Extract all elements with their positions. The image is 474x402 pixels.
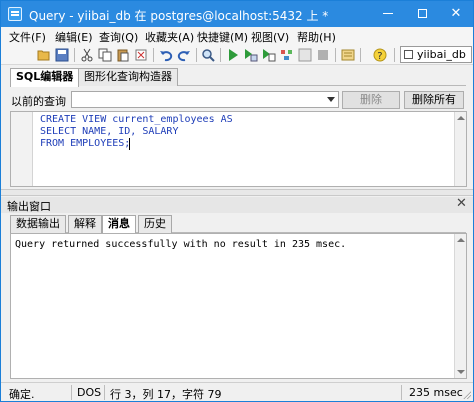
- redo-icon[interactable]: [177, 48, 191, 62]
- maximize-button[interactable]: [405, 1, 439, 27]
- menu-bar: 文件(F) 编辑(E) 查询(Q) 收藏夹(A) 快捷键(M) 视图(V) 帮助…: [1, 27, 473, 45]
- tab-messages[interactable]: 消息: [102, 215, 136, 234]
- status-divider: [401, 385, 402, 400]
- menu-favorites[interactable]: 收藏夹(A): [145, 29, 194, 45]
- save-icon[interactable]: [55, 48, 69, 62]
- status-execution-time: 235 msec: [409, 386, 463, 399]
- svg-text:?: ?: [377, 51, 382, 62]
- tab-history[interactable]: 历史: [138, 215, 172, 233]
- menu-file[interactable]: 文件(F): [9, 29, 46, 45]
- close-icon: ✕: [450, 6, 462, 21]
- output-messages: Query returned successfully with no resu…: [10, 233, 467, 379]
- text-caret: [129, 138, 130, 150]
- result-message: Query returned successfully with no resu…: [15, 239, 347, 250]
- toolbar-separator: [153, 48, 154, 62]
- execute-to-file-icon[interactable]: [262, 48, 276, 62]
- explain-icon[interactable]: [280, 48, 294, 62]
- editor-scrollbar[interactable]: [454, 112, 466, 186]
- tab-sql-editor[interactable]: SQL编辑器: [10, 68, 80, 87]
- previous-query-label: 以前的查询: [11, 95, 66, 108]
- toolbar-separator: [360, 48, 361, 62]
- tab-data-output[interactable]: 数据输出: [10, 215, 66, 233]
- output-panel-title: 输出窗口: [7, 200, 51, 213]
- history-icon[interactable]: [341, 48, 355, 62]
- menu-macros[interactable]: 快捷键(M): [197, 29, 248, 45]
- tab-graphical-query-builder[interactable]: 图形化查询构造器: [78, 68, 178, 86]
- output-tab-strip: 数据输出 解释 消息 历史: [10, 215, 466, 234]
- paste-icon[interactable]: [116, 48, 130, 62]
- database-checkbox[interactable]: [404, 50, 413, 59]
- status-state: 确定.: [9, 388, 35, 401]
- query-window: Query - yiibai_db 在 postgres@localhost:5…: [0, 0, 474, 402]
- minimize-button[interactable]: [371, 1, 405, 27]
- code-line: FROM EMPLOYEES;: [40, 138, 131, 149]
- status-line-ending: DOS: [77, 386, 102, 399]
- status-bar: 确定. DOS 行 3，列 17，字符 79 235 msec: [1, 382, 473, 401]
- editor-gutter: [11, 112, 33, 186]
- copy-icon[interactable]: [98, 48, 112, 62]
- status-divider: [104, 385, 105, 400]
- title-bar: Query - yiibai_db 在 postgres@localhost:5…: [1, 1, 473, 27]
- menu-help[interactable]: 帮助(H): [297, 29, 336, 45]
- toolbar-separator: [335, 48, 336, 62]
- toolbar: ? yiibai_db: [1, 45, 473, 65]
- output-scrollbar[interactable]: [454, 234, 466, 378]
- resize-grip-icon[interactable]: [461, 389, 471, 399]
- menu-view[interactable]: 视图(V): [251, 29, 289, 45]
- find-icon[interactable]: [201, 48, 215, 62]
- status-divider: [71, 385, 72, 400]
- previous-query-dropdown[interactable]: [71, 91, 339, 108]
- delete-button[interactable]: 删除: [342, 91, 400, 109]
- code-line: SELECT NAME, ID, SALARY: [40, 126, 179, 137]
- chevron-down-icon: [327, 97, 335, 102]
- status-cursor-position: 行 3，列 17，字符 79: [110, 388, 222, 401]
- minimize-icon: [383, 13, 393, 14]
- pane-splitter[interactable]: [1, 189, 473, 196]
- sql-editor[interactable]: CREATE VIEW current_employees AS SELECT …: [10, 111, 467, 187]
- code-line: CREATE VIEW current_employees AS: [40, 114, 233, 125]
- maximize-icon: [417, 9, 427, 18]
- undo-icon[interactable]: [159, 48, 173, 62]
- stop-icon[interactable]: [316, 48, 330, 62]
- window-title: Query - yiibai_db 在 postgres@localhost:5…: [29, 9, 329, 23]
- close-button[interactable]: ✕: [439, 1, 473, 27]
- toolbar-separator: [74, 48, 75, 62]
- delete-all-button[interactable]: 删除所有: [404, 91, 464, 109]
- menu-query[interactable]: 查询(Q): [99, 29, 138, 45]
- database-selector[interactable]: yiibai_db: [400, 46, 472, 63]
- tab-explain[interactable]: 解释: [68, 215, 102, 233]
- clear-icon[interactable]: [134, 48, 148, 62]
- app-icon: [8, 7, 22, 21]
- toolbar-separator: [394, 48, 395, 62]
- menu-edit[interactable]: 编辑(E): [55, 29, 93, 45]
- help-icon[interactable]: ?: [373, 48, 387, 62]
- open-folder-icon[interactable]: [37, 48, 51, 62]
- toolbar-separator: [196, 48, 197, 62]
- close-output-icon[interactable]: ✕: [456, 196, 467, 211]
- previous-query-row: 以前的查询 删除 删除所有: [1, 89, 473, 111]
- cut-icon[interactable]: [80, 48, 94, 62]
- database-name: yiibai_db: [417, 48, 466, 61]
- execute-pgscript-icon[interactable]: [244, 48, 258, 62]
- toolbar-separator: [220, 48, 221, 62]
- explain-analyze-icon[interactable]: [298, 48, 312, 62]
- editor-tab-strip: SQL编辑器 图形化查询构造器: [10, 68, 466, 87]
- execute-icon[interactable]: [226, 48, 240, 62]
- output-panel-header: 输出窗口 ✕: [1, 196, 473, 213]
